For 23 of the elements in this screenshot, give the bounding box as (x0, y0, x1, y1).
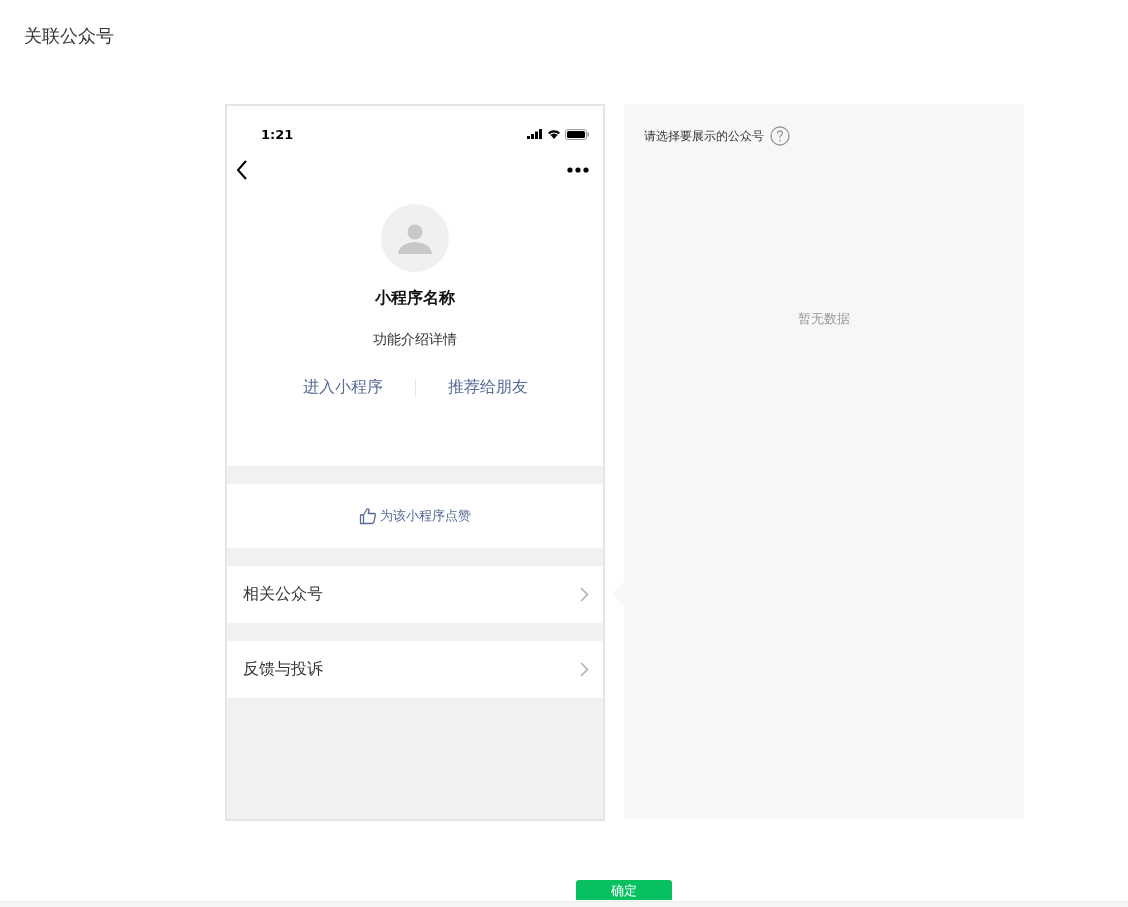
app-description: 功能介绍详情 (373, 331, 457, 349)
battery-icon (565, 128, 589, 140)
like-button[interactable]: 为该小程序点赞 (359, 507, 471, 525)
chevron-right-icon (580, 662, 589, 677)
help-icon[interactable] (770, 126, 790, 146)
empty-state-text: 暂无数据 (798, 310, 850, 328)
app-name: 小程序名称 (375, 288, 455, 309)
menu-row[interactable]: 反馈与投诉 (227, 641, 603, 698)
more-icon[interactable] (567, 167, 589, 173)
menu-row[interactable]: 相关公众号 (227, 566, 603, 623)
menu-label: 相关公众号 (243, 584, 323, 605)
chevron-right-icon (580, 587, 589, 602)
avatar-icon (381, 204, 449, 272)
signal-icon (527, 129, 543, 139)
status-time: 1:21 (261, 126, 294, 142)
thumbs-up-icon (359, 507, 377, 525)
page-title: 关联公众号 (24, 24, 114, 48)
prompt-text: 请选择要展示的公众号 (644, 127, 764, 145)
action-link[interactable]: 推荐给朋友 (415, 377, 560, 398)
action-link[interactable]: 进入小程序 (270, 377, 415, 398)
menu-label: 反馈与投诉 (243, 659, 323, 680)
back-icon[interactable] (235, 160, 249, 180)
wifi-icon (547, 129, 561, 139)
